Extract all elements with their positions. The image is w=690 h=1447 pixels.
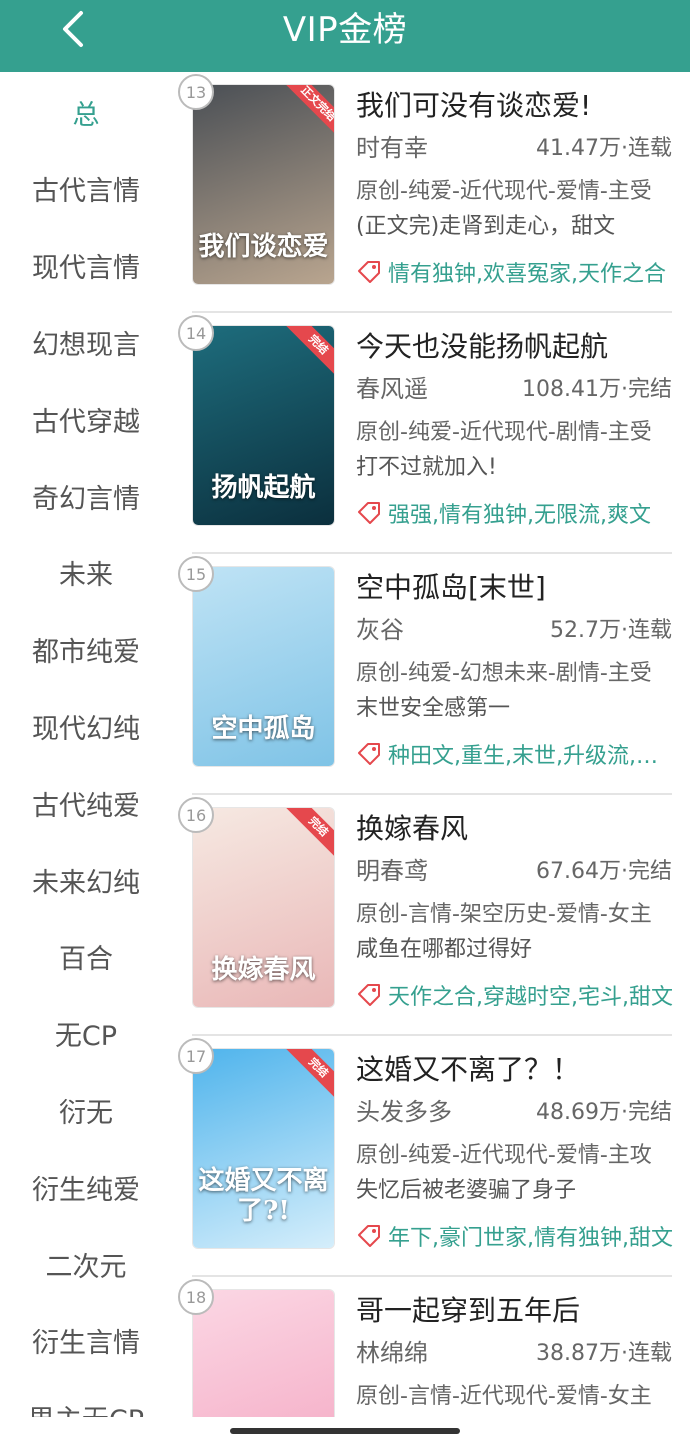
sidebar-category-item[interactable]: 都市纯爱 [0,620,172,680]
tag-list: 天作之合,穿越时空,宅斗,甜文 [388,985,673,1010]
book-stats: 108.41万·完结 [522,377,672,402]
tag-list: 种田文,重生,末世,升级流,基建 [388,744,674,769]
book-author[interactable]: 时有幸 [356,132,428,164]
book-blurb: 失忆后被老婆骗了身子 [356,1178,577,1203]
rank-badge: 15 [178,556,214,592]
tag-list: 年下,豪门世家,情有独钟,甜文 [388,1226,673,1251]
cover-title-art: 这婚又不离了?! [198,1166,329,1226]
book-blurb: (正文完)走肾到走心，甜文 [356,214,616,239]
book-author[interactable]: 明春鸢 [356,855,428,887]
book-stats: 41.47万·连载 [536,136,672,161]
book-tags[interactable]: 情有独钟,欢喜冤家,天作之合 [356,256,678,288]
sidebar-category-item[interactable]: 男主无CP [0,1388,172,1417]
book-blurb: 末世安全感第一 [356,696,511,721]
book-genre: 原创-言情-架空历史-爱情-女主 [356,902,652,927]
book-author[interactable]: 林绵绵 [356,1337,428,1369]
book-author[interactable]: 头发多多 [356,1096,452,1128]
book-blurb: 打不过就加入! [356,455,497,480]
book-list-item[interactable]: 15 空中孤岛 空中孤岛[末世] 灰谷 52.7万·连载 原创-纯爱-幻想未来-… [172,554,690,795]
cover-title-art: 换嫁春风 [211,955,316,985]
rank-badge: 16 [178,797,214,833]
book-cover[interactable]: 空中孤岛 [192,566,335,767]
book-list-item[interactable]: 18 男友大哥 哥一起穿到五年后 林绵绵 38.87万·连载 原创-言情-近代现… [172,1277,690,1417]
sidebar-category-item[interactable]: 无CP [0,1004,172,1064]
book-ranking-list: 13 我们谈恋爱 正文完结 我们可没有谈恋爱! 时有幸 41.47万·连载 原创… [172,72,690,1417]
book-title[interactable]: 这婚又不离了？！ [356,1052,676,1088]
sidebar-category-item[interactable]: 未来 [0,543,172,603]
category-sidebar: 总古代言情现代言情幻想现言古代穿越奇幻言情未来都市纯爱现代幻纯古代纯爱未来幻纯百… [0,72,172,1417]
sidebar-category-item[interactable]: 现代言情 [0,236,172,296]
book-list-item[interactable]: 16 换嫁春风 完结 换嫁春风 明春鸢 67.64万·完结 原创-言情-架空历史… [172,795,690,1036]
sidebar-category-item[interactable]: 衍生言情 [0,1311,172,1371]
rank-badge: 17 [178,1038,214,1074]
page-title: VIP金榜 [282,10,408,50]
sidebar-category-item[interactable]: 二次元 [0,1234,172,1294]
sidebar-category-item[interactable]: 古代穿越 [0,389,172,449]
book-blurb: 咸鱼在哪都过得好 [356,937,533,962]
book-genre: 原创-纯爱-近代现代-爱情-主攻 [356,1143,652,1168]
cover-art [193,1290,334,1417]
sidebar-category-item[interactable]: 衍生纯爱 [0,1157,172,1217]
cover-title-art: 空中孤岛 [211,714,316,744]
sidebar-category-item[interactable]: 未来幻纯 [0,850,172,910]
book-cover[interactable]: 换嫁春风 完结 [192,807,335,1008]
book-title[interactable]: 空中孤岛[末世] [356,570,676,606]
sidebar-category-item[interactable]: 奇幻言情 [0,466,172,526]
book-stats: 38.87万·连载 [536,1341,672,1366]
book-author[interactable]: 春风遥 [356,373,428,405]
book-genre: 原创-纯爱-幻想未来-剧情-主受 [356,661,652,686]
book-cover[interactable]: 扬帆起航 完结 [192,325,335,526]
rank-badge: 13 [178,74,214,110]
book-genre: 原创-言情-近代现代-爱情-女主 [356,1384,652,1409]
cover-title-art: 扬帆起航 [211,473,316,503]
book-tags[interactable]: 种田文,重生,末世,升级流,基建 [356,738,678,770]
sidebar-category-item[interactable]: 现代幻纯 [0,696,172,756]
book-cover[interactable]: 这婚又不离了?! 完结 [192,1048,335,1249]
book-tags[interactable]: 年下,豪门世家,情有独钟,甜文 [356,1220,678,1252]
book-stats: 67.64万·完结 [536,859,672,884]
cover-title-art: 我们谈恋爱 [198,232,329,262]
tag-list: 情有独钟,欢喜冤家,天作之合 [388,262,666,287]
tag-icon [358,743,380,765]
book-genre: 原创-纯爱-近代现代-剧情-主受 [356,420,652,445]
home-indicator [230,1428,460,1434]
book-cover[interactable]: 我们谈恋爱 正文完结 [192,84,335,285]
book-stats: 48.69万·完结 [536,1100,672,1125]
book-stats: 52.7万·连载 [550,618,672,643]
sidebar-category-item[interactable]: 总 [0,82,172,142]
book-list-item[interactable]: 13 我们谈恋爱 正文完结 我们可没有谈恋爱! 时有幸 41.47万·连载 原创… [172,72,690,313]
book-title[interactable]: 我们可没有谈恋爱! [356,88,676,124]
book-genre: 原创-纯爱-近代现代-爱情-主受 [356,179,652,204]
book-list-item[interactable]: 14 扬帆起航 完结 今天也没能扬帆起航 春风遥 108.41万·完结 原创-纯… [172,313,690,554]
sidebar-category-item[interactable]: 古代言情 [0,159,172,219]
book-tags[interactable]: 强强,情有独钟,无限流,爽文 [356,497,678,529]
book-title[interactable]: 哥一起穿到五年后 [356,1293,676,1329]
app-header: VIP金榜 [0,0,690,72]
book-title[interactable]: 今天也没能扬帆起航 [356,329,676,365]
tag-icon [358,502,380,524]
rank-badge: 18 [178,1279,214,1315]
book-list-item[interactable]: 17 这婚又不离了?! 完结 这婚又不离了？！ 头发多多 48.69万·完结 原… [172,1036,690,1277]
tag-list: 强强,情有独钟,无限流,爽文 [388,503,651,528]
rank-badge: 14 [178,315,214,351]
sidebar-category-item[interactable]: 衍无 [0,1080,172,1140]
sidebar-category-item[interactable]: 古代纯爱 [0,773,172,833]
sidebar-category-item[interactable]: 幻想现言 [0,312,172,372]
tag-icon [358,1225,380,1247]
sidebar-category-item[interactable]: 百合 [0,927,172,987]
tag-icon [358,984,380,1006]
book-cover[interactable]: 男友大哥 [192,1289,335,1417]
book-tags[interactable]: 天作之合,穿越时空,宅斗,甜文 [356,979,678,1011]
book-author[interactable]: 灰谷 [356,614,404,646]
tag-icon [358,261,380,283]
book-title[interactable]: 换嫁春风 [356,811,676,847]
